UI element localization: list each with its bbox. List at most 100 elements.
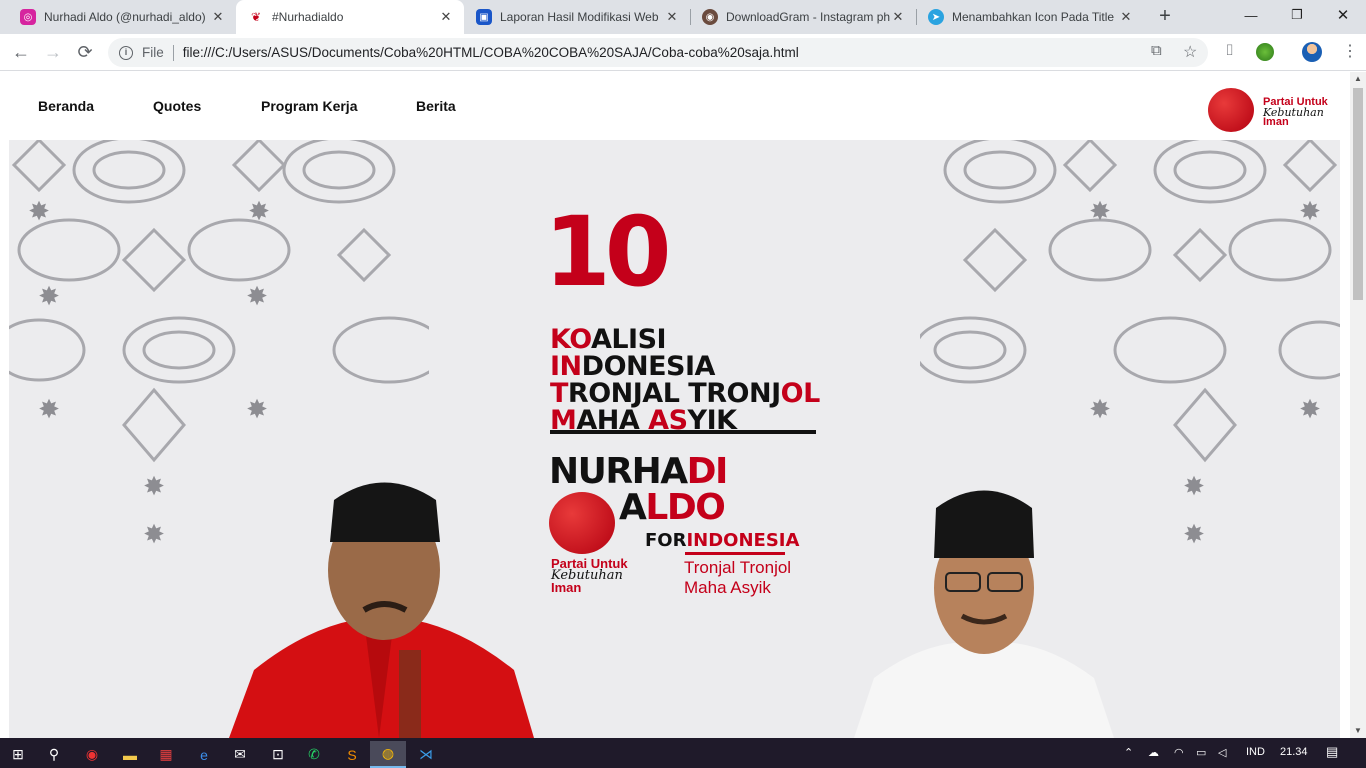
hero-banner: ✸ ✸ ✸ ✸ ✸ ✸ ✸ ✸ ✸ ✸ ✸ ✸ ✸ ✸ 10 KOALISI I… — [9, 140, 1340, 738]
extension-globe-icon[interactable] — [1256, 43, 1274, 61]
search-icon[interactable]: ⚲ — [36, 741, 72, 768]
batik-ornament-left-lower: ✸ ✸ — [143, 471, 165, 549]
party-logo-icon — [549, 492, 615, 554]
koalisi-line-1: KOALISI — [550, 324, 667, 355]
whatsapp-icon[interactable]: ✆ — [296, 741, 332, 768]
nav-beranda[interactable]: Beranda — [38, 98, 94, 114]
translate-icon[interactable]: ⧉ — [1151, 42, 1162, 59]
url-text[interactable]: file:///C:/Users/ASUS/Documents/Coba%20H… — [183, 45, 799, 60]
reload-button[interactable]: ⟳ — [72, 40, 98, 64]
candidate-name-nurhadi: NURHADI — [549, 451, 728, 492]
back-button[interactable]: ← — [8, 40, 34, 64]
volume-icon[interactable]: ◁ — [1218, 746, 1226, 759]
svg-text:✸: ✸ — [1299, 394, 1321, 424]
vscode-icon[interactable]: ⋊ — [408, 741, 444, 768]
svg-text:✸: ✸ — [143, 471, 165, 501]
close-tab-icon[interactable]: ✕ — [890, 9, 906, 25]
svg-text:✸: ✸ — [246, 394, 268, 424]
mail-icon[interactable]: ✉ — [222, 741, 258, 768]
notifications-icon[interactable]: ▤ — [1326, 744, 1338, 760]
number-ten-logo: 10 — [544, 196, 672, 308]
tab-title: Nurhadi Aldo (@nurhadi_aldo) — [44, 10, 206, 24]
koalisi-line-3: TRONJAL TRONJOL — [550, 378, 820, 409]
scrollbar-thumb[interactable] — [1353, 88, 1363, 300]
file-explorer-icon[interactable]: ▬ — [112, 741, 148, 768]
page-scrollbar[interactable]: ▲ ▼ — [1350, 72, 1366, 738]
bookmark-star-icon[interactable]: ☆ — [1183, 42, 1197, 62]
tab-menambahkan[interactable]: ➤ Menambahkan Icon Pada Title ✕ — [916, 0, 1144, 34]
svg-text:✸: ✸ — [1183, 471, 1205, 501]
tab-title: DownloadGram - Instagram ph — [726, 10, 890, 24]
close-tab-icon[interactable]: ✕ — [438, 9, 454, 25]
windows-taskbar: ⊞ ⚲ ◉ ▬ ▦ e ✉ ⊡ ✆ S ◍ ⋊ ⌃ ☁ ◠ ▭ ◁ IND 21… — [0, 738, 1366, 768]
downloadgram-icon: ◉ — [702, 9, 718, 25]
new-tab-button[interactable]: + — [1153, 4, 1177, 28]
forward-button[interactable]: → — [40, 40, 66, 64]
tab-nurhadialdo[interactable]: ❦ #Nurhadialdo ✕ — [236, 0, 464, 34]
svg-text:✸: ✸ — [143, 519, 165, 549]
slides-icon: ▣ — [476, 9, 492, 25]
candidate-photo-right — [854, 490, 1114, 738]
browser-toolbar: ← → ⟳ i File file:///C:/Users/ASUS/Docum… — [0, 34, 1366, 71]
nav-program-kerja[interactable]: Program Kerja — [261, 98, 357, 114]
address-bar[interactable]: i File file:///C:/Users/ASUS/Documents/C… — [108, 38, 1208, 67]
tab-title: Laporan Hasil Modifikasi Web — [500, 10, 659, 24]
close-tab-icon[interactable]: ✕ — [664, 9, 680, 25]
batik-ornament-left: ✸ ✸ ✸ ✸ ✸ ✸ — [9, 140, 429, 463]
edge-browser-icon[interactable]: e — [186, 741, 222, 768]
wifi-icon[interactable]: ◠ — [1174, 746, 1184, 759]
minimize-button[interactable]: — — [1228, 0, 1274, 30]
site-navbar: Beranda Quotes Program Kerja Berita Part… — [0, 72, 1350, 140]
tab-downloadgram[interactable]: ◉ DownloadGram - Instagram ph ✕ — [690, 0, 916, 34]
brand-line3: Iman — [1263, 116, 1289, 128]
clock[interactable]: 21.34 — [1280, 746, 1308, 758]
svg-text:✸: ✸ — [1089, 196, 1111, 226]
nav-quotes[interactable]: Quotes — [153, 98, 201, 114]
scheme-label: File — [142, 45, 164, 60]
maximize-button[interactable]: ❐ — [1274, 0, 1320, 30]
language-indicator[interactable]: IND — [1246, 746, 1265, 758]
chrome-icon[interactable]: ◍ — [370, 741, 406, 768]
sublime-text-icon[interactable]: S — [334, 741, 370, 768]
batik-ornament-right: ✸ ✸ ✸ ✸ — [920, 140, 1340, 463]
svg-text:✸: ✸ — [1183, 519, 1205, 549]
tab-title: Menambahkan Icon Pada Title — [952, 10, 1115, 24]
svg-text:✸: ✸ — [248, 196, 270, 226]
battery-icon[interactable]: ▭ — [1196, 746, 1206, 759]
divider-rule — [550, 430, 816, 434]
svg-text:✸: ✸ — [38, 281, 60, 311]
store-icon[interactable]: ⊡ — [260, 741, 296, 768]
tab-instagram[interactable]: ◎ Nurhadi Aldo (@nurhadi_aldo) ✕ — [8, 0, 236, 34]
cloud-icon[interactable]: ☁ — [1148, 746, 1159, 759]
nav-berita[interactable]: Berita — [416, 98, 456, 114]
close-tab-icon[interactable]: ✕ — [1118, 9, 1134, 25]
svg-text:✸: ✸ — [246, 281, 268, 311]
tab-laporan[interactable]: ▣ Laporan Hasil Modifikasi Web ✕ — [464, 0, 690, 34]
svg-text:✸: ✸ — [38, 394, 60, 424]
brand-logo[interactable]: Partai Untuk Kebutuhan Iman — [1208, 88, 1333, 134]
tagline-line2: Maha Asyik — [684, 578, 771, 597]
candidate-photo-left — [229, 482, 534, 738]
windows-start-icon[interactable]: ⊞ — [0, 741, 36, 768]
koalisi-line-2: INDONESIA — [550, 351, 715, 382]
close-window-button[interactable]: ✕ — [1320, 0, 1366, 30]
svg-text:✸: ✸ — [28, 196, 50, 226]
tab-title: #Nurhadialdo — [272, 10, 344, 24]
for-indonesia-underline — [685, 552, 785, 555]
party-logo-icon — [1208, 88, 1254, 132]
info-icon[interactable]: i — [119, 45, 133, 60]
app-red-icon[interactable]: ◉ — [74, 741, 110, 768]
party-badge: Partai Untuk Kebutuhan Iman — [549, 492, 649, 595]
telegram-icon: ➤ — [928, 9, 944, 25]
scroll-down-icon[interactable]: ▼ — [1350, 724, 1366, 738]
batik-ornament-right-lower: ✸ ✸ — [1183, 471, 1205, 549]
scroll-up-icon[interactable]: ▲ — [1350, 72, 1366, 86]
gift-app-icon[interactable]: ▦ — [148, 741, 184, 768]
menu-icon[interactable]: ⋮ — [1342, 41, 1358, 61]
camera-extension-icon[interactable]: ⌷ — [1225, 42, 1234, 59]
web-page: Beranda Quotes Program Kerja Berita Part… — [0, 72, 1350, 738]
badge-line3: Iman — [551, 580, 582, 595]
close-tab-icon[interactable]: ✕ — [210, 9, 226, 25]
profile-avatar-icon[interactable] — [1302, 42, 1322, 62]
tray-chevron-icon[interactable]: ⌃ — [1124, 746, 1133, 759]
